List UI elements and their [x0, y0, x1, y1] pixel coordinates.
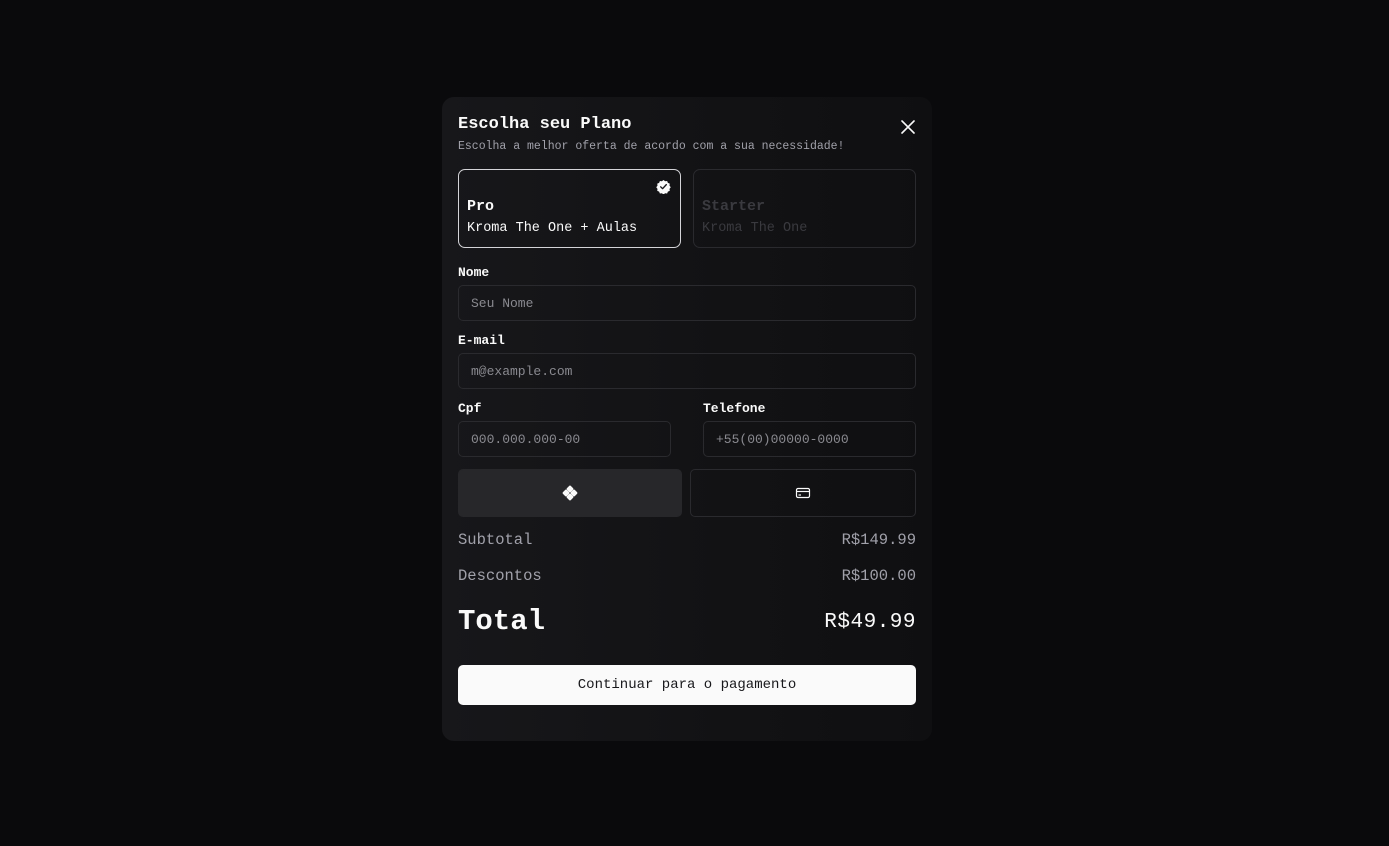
total-label: Total [458, 605, 546, 638]
close-button[interactable] [896, 115, 920, 139]
discount-value: R$100.00 [841, 567, 916, 585]
plan-card-starter[interactable]: Starter Kroma The One [693, 169, 916, 248]
modal-subtitle: Escolha a melhor oferta de acordo com a … [458, 140, 845, 153]
close-icon [901, 120, 915, 134]
payment-method-pix[interactable] [458, 469, 682, 517]
plan-description: Kroma The One + Aulas [467, 221, 638, 236]
discount-label: Descontos [458, 567, 542, 585]
plan-description: Kroma The One [702, 221, 808, 236]
total-value: R$49.99 [824, 611, 916, 634]
plan-card-pro[interactable]: Pro Kroma The One + Aulas [458, 169, 681, 248]
subtotal-label: Subtotal [458, 531, 533, 549]
credit-card-icon [795, 487, 811, 499]
plan-modal: Escolha seu Plano Escolha a melhor ofert… [442, 97, 932, 741]
phone-label: Telefone [703, 401, 766, 416]
name-label: Nome [458, 265, 490, 280]
pix-icon [562, 485, 578, 501]
cpf-label: Cpf [458, 401, 482, 416]
plan-name: Pro [467, 198, 495, 215]
continue-button[interactable]: Continuar para o pagamento [458, 665, 916, 705]
payment-method-card[interactable] [690, 469, 916, 517]
subtotal-value: R$149.99 [841, 531, 916, 549]
plan-name: Starter [702, 198, 766, 215]
phone-input[interactable] [703, 421, 916, 457]
email-input[interactable] [458, 353, 916, 389]
modal-title: Escolha seu Plano [458, 115, 632, 134]
cpf-input[interactable] [458, 421, 671, 457]
email-label: E-mail [458, 333, 505, 348]
verified-check-icon [656, 179, 671, 194]
name-input[interactable] [458, 285, 916, 321]
